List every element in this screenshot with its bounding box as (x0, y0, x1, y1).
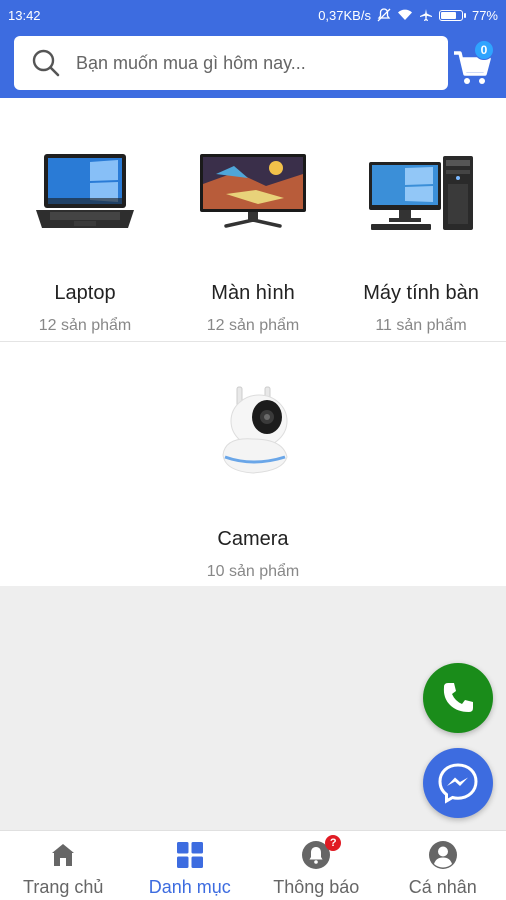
battery-icon (438, 9, 466, 21)
user-icon (428, 839, 458, 871)
cart-button[interactable]: 0 (452, 40, 498, 86)
grid-icon (176, 839, 204, 871)
nav-label: Trang chủ (23, 877, 104, 897)
status-time: 13:42 (8, 7, 41, 23)
category-name: Laptop (54, 282, 116, 304)
notification-badge: ? (325, 835, 342, 851)
monitor-image (169, 134, 337, 244)
messenger-button[interactable] (423, 748, 493, 818)
nav-item-home[interactable]: Trang chủ (0, 831, 127, 900)
category-monitor[interactable]: Màn hình 12 sản phẩm (169, 134, 337, 335)
category-grid: Laptop 12 sản phẩm Màn hình 12 sản phẩm (0, 98, 506, 586)
battery-percent: 77% (471, 7, 498, 23)
app-header: Bạn muốn mua gì hôm nay... 0 (0, 30, 506, 98)
category-name: Màn hình (211, 282, 295, 304)
nav-label: Cá nhân (408, 877, 477, 897)
category-count: 11 sản phẩm (375, 317, 467, 334)
nav-item-profile[interactable]: Cá nhân (380, 831, 506, 900)
search-placeholder: Bạn muốn mua gì hôm nay... (76, 52, 306, 73)
category-row: Laptop 12 sản phẩm Màn hình 12 sản phẩm (0, 98, 506, 342)
category-name: Máy tính bàn (363, 282, 479, 304)
nav-item-categories[interactable]: Danh mục (127, 831, 254, 900)
category-count: 10 sản phẩm (206, 563, 300, 580)
network-speed: 0,37KB/s (318, 7, 371, 23)
mute-notifications-icon (377, 8, 391, 22)
search-input[interactable]: Bạn muốn mua gì hôm nay... (14, 36, 448, 90)
category-count: 12 sản phẩm (38, 317, 132, 334)
category-name: Camera (217, 528, 289, 550)
search-icon (30, 47, 62, 79)
home-icon (49, 839, 77, 871)
nav-item-notifications[interactable]: ? Thông báo (253, 831, 380, 900)
category-desktop[interactable]: Máy tính bàn 11 sản phẩm (337, 134, 505, 335)
nav-label: Thông báo (273, 877, 360, 897)
bell-icon: ? (301, 835, 342, 871)
category-count: 12 sản phẩm (206, 317, 300, 334)
laptop-image (1, 134, 169, 244)
security-camera-image (169, 380, 337, 490)
nav-label: Danh mục (148, 877, 231, 897)
category-camera[interactable]: Camera 10 sản phẩm (169, 380, 337, 581)
cart-count-badge: 0 (474, 40, 494, 60)
bottom-nav: Trang chủ Danh mục ? Thông báo Cá nhân (0, 830, 506, 900)
desktop-pc-image (337, 134, 505, 244)
call-button[interactable] (423, 663, 493, 733)
category-laptop[interactable]: Laptop 12 sản phẩm (1, 134, 169, 335)
messenger-icon (438, 763, 478, 804)
status-bar: 13:42 0,37KB/s 77% (0, 0, 506, 30)
airplane-icon (419, 8, 433, 22)
phone-icon (443, 683, 473, 712)
wifi-icon (397, 9, 413, 21)
